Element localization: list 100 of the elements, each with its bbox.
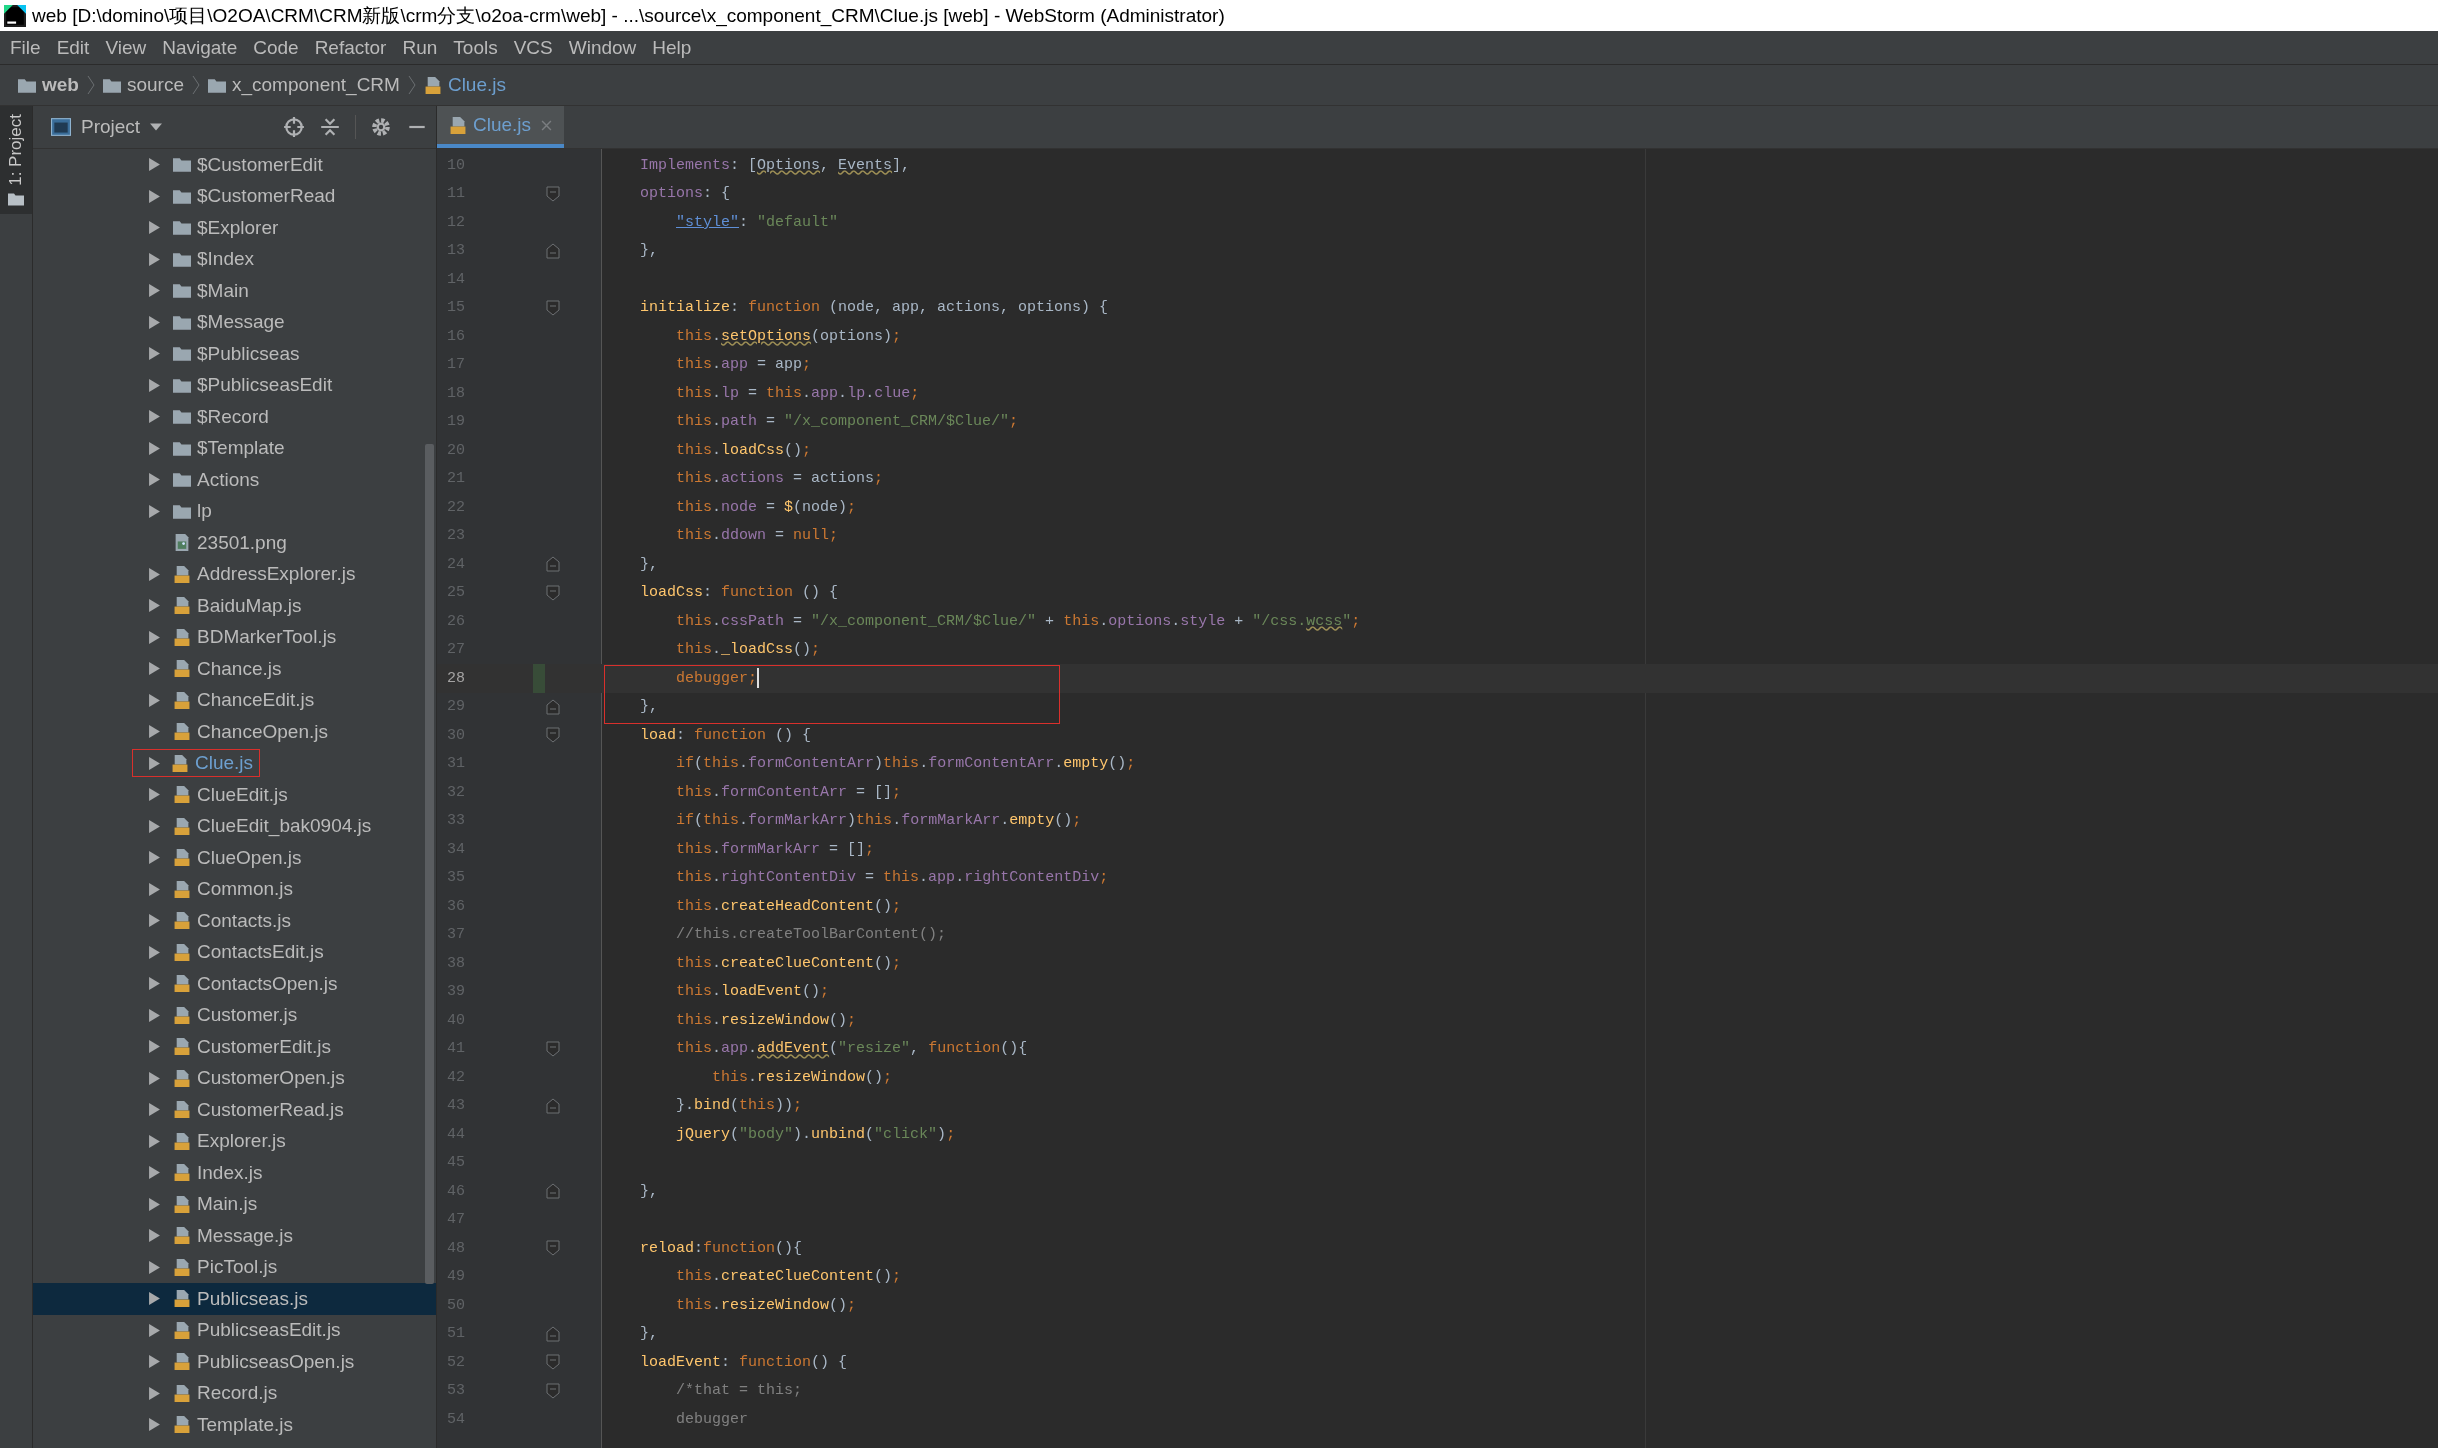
menu-item[interactable]: Navigate — [154, 34, 246, 61]
tree-item[interactable]: Actions — [33, 464, 436, 496]
tree-item[interactable]: ClueEdit_bak0904.js — [33, 810, 436, 842]
expand-arrow-icon[interactable] — [149, 347, 160, 361]
expand-arrow-icon[interactable] — [149, 284, 160, 298]
tree-item[interactable]: Template.js — [33, 1409, 436, 1441]
expand-arrow-icon[interactable] — [149, 1260, 160, 1274]
menu-item[interactable]: File — [2, 34, 49, 61]
expand-arrow-icon[interactable] — [149, 378, 160, 392]
tree-item[interactable]: ContactsEdit.js — [33, 936, 436, 968]
expand-arrow-icon[interactable] — [149, 630, 160, 644]
tree-item[interactable]: CustomerEdit.js — [33, 1031, 436, 1063]
menu-item[interactable]: Tools — [445, 34, 506, 61]
tree-item[interactable]: Customer.js — [33, 999, 436, 1031]
tree-item[interactable]: PicTool.js — [33, 1251, 436, 1283]
expand-arrow-icon[interactable] — [149, 315, 160, 329]
expand-arrow-icon[interactable] — [149, 819, 160, 833]
tree-item[interactable]: AddressExplorer.js — [33, 558, 436, 590]
tree-item[interactable]: $PublicseasEdit — [33, 369, 436, 401]
tree-item[interactable]: CustomerRead.js — [33, 1094, 436, 1126]
tree-item[interactable]: PublicseasOpen.js — [33, 1346, 436, 1378]
expand-arrow-icon[interactable] — [149, 788, 160, 802]
tree-item[interactable]: Record.js — [33, 1377, 436, 1409]
tree-item[interactable]: $Message — [33, 306, 436, 338]
expand-arrow-icon[interactable] — [149, 1071, 160, 1085]
expand-arrow-icon[interactable] — [149, 1386, 160, 1400]
menu-item[interactable]: Run — [394, 34, 446, 61]
tree-item[interactable]: $Index — [33, 243, 436, 275]
selected-tree-item[interactable]: Publicseas.js — [33, 1283, 436, 1315]
tree-item[interactable]: Clue.js — [33, 747, 436, 779]
expand-arrow-icon[interactable] — [149, 1418, 160, 1432]
expand-arrow-icon[interactable] — [149, 1229, 160, 1243]
expand-arrow-icon[interactable] — [149, 693, 160, 707]
tree-item[interactable]: Index.js — [33, 1157, 436, 1189]
expand-arrow-icon[interactable] — [149, 756, 160, 770]
expand-arrow-icon[interactable] — [149, 1355, 160, 1369]
expand-arrow-icon[interactable] — [149, 725, 160, 739]
tree-item[interactable]: Common.js — [33, 873, 436, 905]
tree-item[interactable]: ClueEdit.js — [33, 779, 436, 811]
project-view-dropdown[interactable]: Project — [47, 114, 167, 140]
breadcrumb-item[interactable]: source — [98, 72, 188, 98]
breadcrumb-item[interactable]: Clue.js — [419, 72, 510, 98]
tree-item[interactable]: ChanceOpen.js — [33, 716, 436, 748]
tree-item[interactable]: $Record — [33, 401, 436, 433]
expand-arrow-icon[interactable] — [149, 1134, 160, 1148]
tree-item[interactable]: $Publicseas — [33, 338, 436, 370]
expand-arrow-icon[interactable] — [149, 504, 160, 518]
tree-item[interactable]: $Explorer — [33, 212, 436, 244]
expand-arrow-icon[interactable] — [149, 662, 160, 676]
menu-item[interactable]: VCS — [505, 34, 561, 61]
breadcrumb-item[interactable]: x_component_CRM — [204, 72, 404, 98]
expand-arrow-icon[interactable] — [149, 1166, 160, 1180]
tree-item[interactable]: CustomerOpen.js — [33, 1062, 436, 1094]
settings-icon[interactable] — [370, 116, 392, 138]
menu-item[interactable]: Code — [245, 34, 307, 61]
expand-arrow-icon[interactable] — [149, 252, 160, 266]
menu-item[interactable]: Window — [560, 34, 645, 61]
locate-icon[interactable] — [283, 116, 305, 138]
expand-arrow-icon[interactable] — [149, 221, 160, 235]
tree-item[interactable]: Message.js — [33, 1220, 436, 1252]
expand-arrow-icon[interactable] — [149, 1197, 160, 1211]
collapse-all-icon[interactable] — [319, 116, 341, 138]
expand-arrow-icon[interactable] — [149, 1040, 160, 1054]
expand-arrow-icon[interactable] — [149, 158, 160, 172]
tree-item[interactable]: ClueOpen.js — [33, 842, 436, 874]
expand-arrow-icon[interactable] — [149, 410, 160, 424]
menu-item[interactable]: Help — [644, 34, 700, 61]
expand-arrow-icon[interactable] — [149, 977, 160, 991]
tree-item[interactable]: PublicseasEdit.js — [33, 1314, 436, 1346]
expand-arrow-icon[interactable] — [149, 851, 160, 865]
expand-arrow-icon[interactable] — [149, 1103, 160, 1117]
expand-arrow-icon[interactable] — [149, 1323, 160, 1337]
tree-item[interactable]: Explorer.js — [33, 1125, 436, 1157]
scrollbar[interactable] — [425, 444, 434, 1284]
expand-arrow-icon[interactable] — [149, 1292, 160, 1306]
tree-item[interactable]: lp — [33, 495, 436, 527]
expand-arrow-icon[interactable] — [149, 1008, 160, 1022]
tree-item[interactable]: ChanceEdit.js — [33, 684, 436, 716]
tree-item[interactable]: $Main — [33, 275, 436, 307]
expand-arrow-icon[interactable] — [149, 189, 160, 203]
tree-item[interactable]: Chance.js — [33, 653, 436, 685]
tree-item[interactable]: BaiduMap.js — [33, 590, 436, 622]
tree-item[interactable]: $CustomerEdit — [33, 149, 436, 181]
editor-tab[interactable]: Clue.js — [437, 106, 565, 148]
expand-arrow-icon[interactable] — [149, 914, 160, 928]
project-tool-tab[interactable]: 1: Project — [0, 106, 32, 214]
expand-arrow-icon[interactable] — [149, 599, 160, 613]
expand-arrow-icon[interactable] — [149, 473, 160, 487]
tree-item[interactable]: BDMarkerTool.js — [33, 621, 436, 653]
expand-arrow-icon[interactable] — [149, 441, 160, 455]
tree-item[interactable]: 23501.png — [33, 527, 436, 559]
tree-item[interactable]: ContactsOpen.js — [33, 968, 436, 1000]
tree-item[interactable]: $Template — [33, 432, 436, 464]
tree-item[interactable]: $CustomerRead — [33, 180, 436, 212]
expand-arrow-icon[interactable] — [149, 567, 160, 581]
breadcrumb-item[interactable]: web — [14, 72, 83, 98]
menu-item[interactable]: View — [97, 34, 155, 61]
tree-item[interactable]: Contacts.js — [33, 905, 436, 937]
menu-item[interactable]: Edit — [48, 34, 98, 61]
menu-item[interactable]: Refactor — [306, 34, 395, 61]
